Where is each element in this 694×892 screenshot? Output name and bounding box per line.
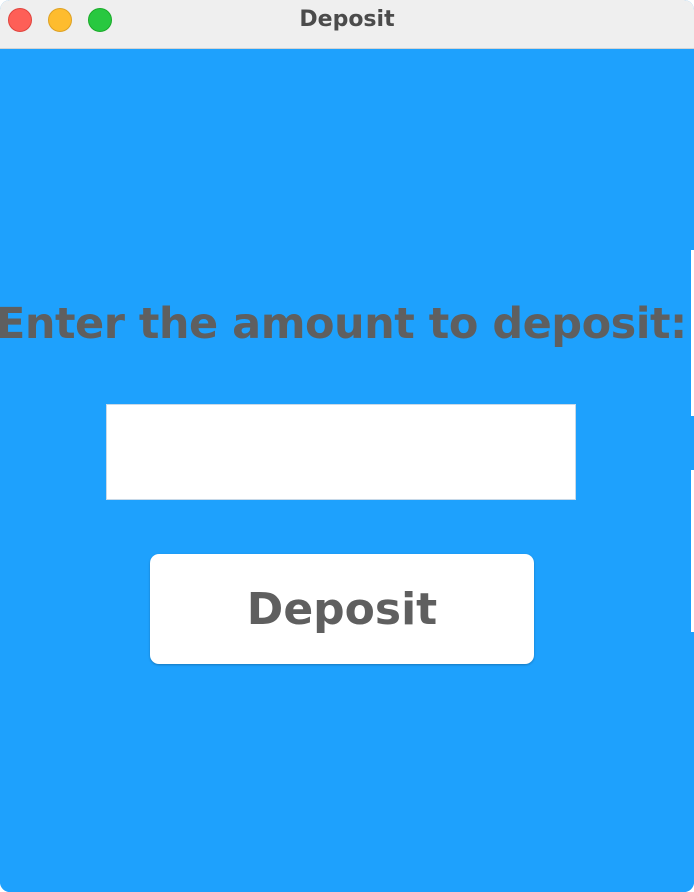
deposit-panel: Enter the amount to deposit: Deposit xyxy=(0,49,694,892)
amount-prompt-label: Enter the amount to deposit: xyxy=(0,299,687,349)
title-bar[interactable]: Deposit xyxy=(0,0,694,49)
deposit-button[interactable]: Deposit xyxy=(150,554,534,664)
app-window: Deposit Enter the amount to deposit: Dep… xyxy=(0,0,694,892)
window-title: Deposit xyxy=(299,7,395,32)
amount-input[interactable] xyxy=(106,404,576,500)
